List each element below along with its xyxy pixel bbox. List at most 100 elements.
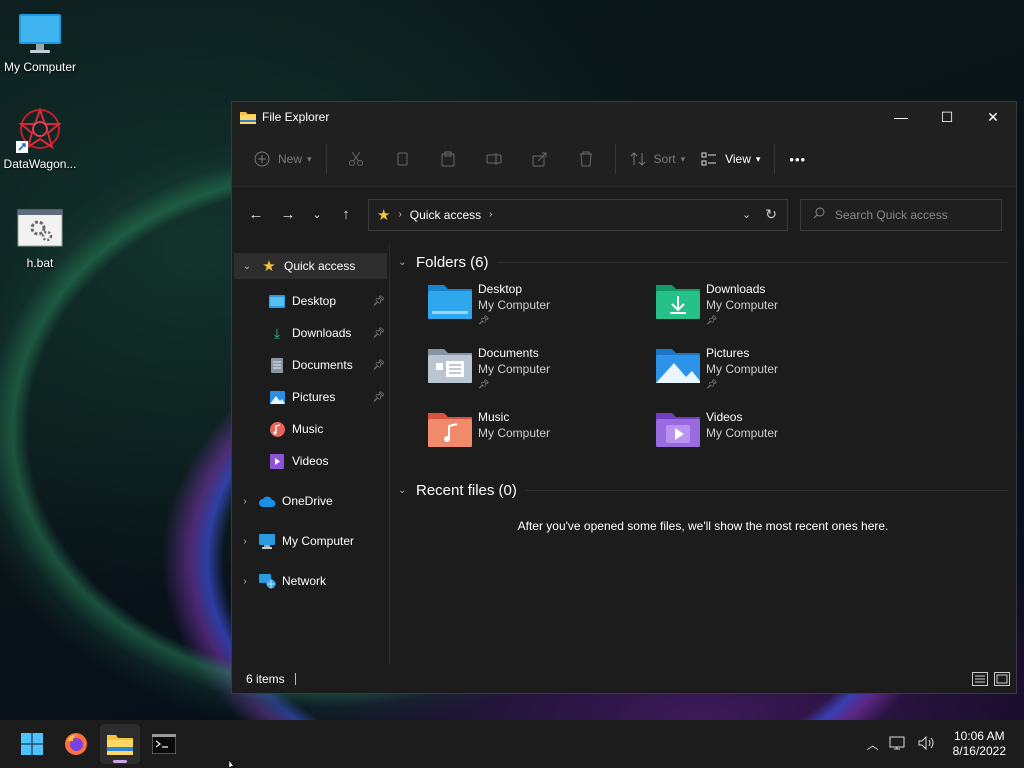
breadcrumb-chevron-icon: › <box>398 209 402 220</box>
delete-button[interactable] <box>571 143 601 175</box>
folder-tile-pictures[interactable]: Pictures My Computer 📌︎ <box>654 345 882 401</box>
show-hidden-icons-chevron-icon[interactable]: ︿ <box>867 736 879 753</box>
nav-label: Quick access <box>284 259 356 273</box>
taskbar-terminal[interactable] <box>144 724 184 764</box>
details-view-button[interactable] <box>972 672 988 686</box>
network-icon <box>258 573 276 589</box>
chevron-right-icon[interactable]: › <box>232 496 258 507</box>
forward-button[interactable]: → <box>272 199 304 231</box>
nav-item-my-computer[interactable]: › My Computer <box>232 525 389 557</box>
clock-date: 8/16/2022 <box>952 744 1006 758</box>
start-button[interactable] <box>12 724 52 764</box>
desktop-icon-my-computer[interactable]: My Computer <box>0 10 80 74</box>
pictures-icon <box>268 389 286 405</box>
address-bar[interactable]: ★ › Quick access › ⌄ ↻ <box>368 198 788 231</box>
chevron-down-icon: ▾ <box>680 153 686 164</box>
plus-circle-icon <box>254 151 270 167</box>
cut-button[interactable] <box>341 143 371 175</box>
tiles-view-button[interactable] <box>994 672 1010 686</box>
desktop-folder-icon <box>428 285 472 319</box>
batch-file-icon <box>16 206 64 254</box>
folder-tile-downloads[interactable]: Downloads My Computer 📌︎ <box>654 281 882 337</box>
breadcrumb-quick-access[interactable]: Quick access <box>410 208 481 222</box>
nav-item-onedrive[interactable]: › OneDrive <box>232 485 389 517</box>
scissors-icon <box>348 151 363 166</box>
downloads-folder-icon <box>656 285 700 319</box>
folder-name: Downloads <box>706 282 766 296</box>
desktop-icon-label: My Computer <box>3 60 77 74</box>
title-bar[interactable]: File Explorer — ☐ ✕ <box>232 102 1016 132</box>
chevron-down-icon: ▾ <box>755 153 761 164</box>
toolbar-separator <box>774 144 776 174</box>
volume-icon[interactable] <box>917 735 935 754</box>
share-button[interactable] <box>525 143 555 175</box>
up-button[interactable]: ↑ <box>330 199 362 231</box>
mouse-cursor-icon <box>229 760 236 768</box>
folders-group-header[interactable]: ⌄ Folders (6) <box>398 251 1008 273</box>
toolbar-separator <box>614 144 616 174</box>
nav-item-quick-access[interactable]: ⌄ ★ Quick access <box>234 253 387 279</box>
share-icon <box>532 152 547 167</box>
nav-label: My Computer <box>282 534 355 548</box>
nav-item-downloads[interactable]: ⤓ Downloads 📌︎ <box>232 317 389 349</box>
chevron-down-icon[interactable]: ⌄ <box>398 485 416 496</box>
address-dropdown-icon[interactable]: ⌄ <box>742 208 751 221</box>
view-button[interactable]: View ▾ <box>693 143 768 175</box>
download-icon: ⤓ <box>273 324 281 341</box>
search-placeholder: Search Quick access <box>835 207 948 222</box>
maximize-button[interactable]: ☐ <box>924 102 970 132</box>
copy-button[interactable] <box>387 143 417 175</box>
content-pane: ⌄ Folders (6) Desktop My Computer 📌︎ Dow… <box>390 243 1016 665</box>
network-status-icon[interactable] <box>889 735 907 754</box>
datawagon-logo-icon <box>16 107 64 155</box>
clipboard-icon <box>441 151 455 167</box>
sort-button[interactable]: Sort ▾ <box>622 143 694 175</box>
star-icon: ★ <box>262 258 276 275</box>
pin-icon: 📌︎ <box>706 379 718 389</box>
folder-location: My Computer <box>478 362 551 376</box>
nav-item-desktop[interactable]: Desktop 📌︎ <box>232 285 389 317</box>
nav-item-pictures[interactable]: Pictures 📌︎ <box>232 381 389 413</box>
chevron-right-icon[interactable]: › <box>232 576 258 587</box>
folder-tile-videos[interactable]: Videos My Computer <box>654 409 882 465</box>
new-button[interactable]: New ▾ <box>246 143 320 175</box>
folder-location: My Computer <box>706 426 779 440</box>
taskbar-firefox[interactable] <box>56 724 96 764</box>
music-icon <box>268 421 286 437</box>
taskbar-file-explorer[interactable] <box>100 724 140 764</box>
rename-button[interactable] <box>479 143 509 175</box>
clock[interactable]: 10:06 AM 8/16/2022 <box>953 729 1006 759</box>
recent-locations-button[interactable]: ⌄ <box>304 199 330 231</box>
desktop-icon-h-bat[interactable]: h.bat <box>0 206 80 270</box>
refresh-icon[interactable]: ↻ <box>765 206 777 223</box>
divider <box>496 261 1008 263</box>
folder-icon <box>240 111 256 124</box>
minimize-button[interactable]: — <box>878 102 924 132</box>
recent-files-group-header[interactable]: ⌄ Recent files (0) <box>398 479 1008 501</box>
status-divider <box>294 673 296 685</box>
chevron-down-icon[interactable]: ⌄ <box>234 261 260 272</box>
videos-folder-icon <box>656 413 700 447</box>
search-box[interactable]: Search Quick access <box>800 198 1002 231</box>
nav-label: Pictures <box>292 390 336 404</box>
folder-name: Documents <box>478 346 539 360</box>
nav-label: Documents <box>292 358 353 372</box>
system-tray: ︿ 10:06 AM 8/16/2022 <box>867 729 1006 759</box>
chevron-down-icon[interactable]: ⌄ <box>398 257 416 268</box>
folder-tile-desktop[interactable]: Desktop My Computer 📌︎ <box>426 281 654 337</box>
arrow-left-icon: ← <box>248 206 264 223</box>
nav-item-documents[interactable]: Documents 📌︎ <box>232 349 389 381</box>
windows-logo-icon <box>21 733 43 755</box>
paste-button[interactable] <box>433 143 463 175</box>
chevron-right-icon[interactable]: › <box>232 536 258 547</box>
folder-tile-music[interactable]: Music My Computer <box>426 409 654 465</box>
close-button[interactable]: ✕ <box>970 102 1016 132</box>
more-options-button[interactable]: ••• <box>781 143 814 175</box>
back-button[interactable]: ← <box>240 199 272 231</box>
folder-tile-documents[interactable]: Documents My Computer 📌︎ <box>426 345 654 401</box>
nav-item-network[interactable]: › Network <box>232 565 389 597</box>
desktop-icon-datawagon[interactable]: DataWagon... <box>0 107 80 171</box>
nav-item-music[interactable]: Music <box>232 413 389 445</box>
nav-item-videos[interactable]: Videos <box>232 445 389 477</box>
sort-icon <box>630 152 645 166</box>
